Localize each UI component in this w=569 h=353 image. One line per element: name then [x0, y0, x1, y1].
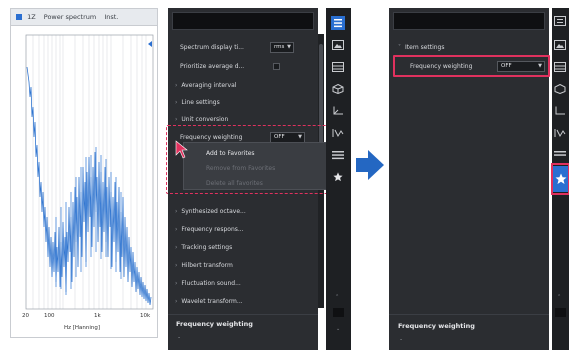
chart-title-bar: 1Z Power spectrum Inst. — [11, 9, 157, 26]
side-toolbar-left: ⌃ ⌄ — [326, 8, 351, 350]
expand-caret-icon: › — [175, 99, 178, 106]
screenshot-stage: 1Z Power spectrum Inst. 20 100 1k 10k Hz… — [0, 0, 569, 353]
x-axis-label: Hz [Hanning] — [64, 325, 101, 331]
item-synthesized-octave[interactable]: › Synthesized octave... — [175, 207, 246, 216]
image-icon[interactable] — [332, 40, 344, 50]
item-wavelet-transform[interactable]: › Wavelet transform... — [175, 297, 243, 306]
favorite-frequency-weighting-dropdown[interactable]: OFF ▼ — [497, 61, 545, 72]
chevron-down-icon: ▼ — [287, 44, 291, 50]
function-icon[interactable] — [554, 128, 566, 138]
x-tick-20: 20 — [22, 313, 29, 317]
expand-caret-icon: › — [175, 298, 178, 305]
transition-arrow-icon — [356, 150, 384, 180]
chart-title: Power spectrum — [43, 13, 97, 21]
prioritize-average-checkbox[interactable] — [273, 63, 280, 70]
scroll-down-indicator: ⌄ — [336, 326, 341, 332]
search-input[interactable] — [172, 12, 314, 30]
x-tick-1k: 1k — [94, 313, 101, 317]
x-tick-10k: 10k — [140, 313, 151, 317]
function-icon[interactable] — [332, 128, 344, 138]
panel-nav-button[interactable] — [333, 308, 344, 317]
channel-color-icon — [16, 14, 22, 20]
item-frequency-response[interactable]: › Frequency respons... — [175, 225, 244, 234]
expand-caret-icon: › — [175, 262, 178, 269]
list-settings-icon[interactable] — [331, 16, 345, 30]
expand-caret-icon: › — [175, 208, 178, 215]
expand-caret-icon: › — [175, 226, 178, 233]
group-item-settings[interactable]: ˅ Item settings — [398, 43, 445, 52]
axis-icon[interactable] — [332, 106, 344, 116]
cube-icon[interactable] — [332, 84, 344, 94]
description-title: Frequency weighting — [398, 322, 475, 330]
power-spectrum-window: 1Z Power spectrum Inst. 20 100 1k 10k Hz… — [10, 8, 158, 338]
item-hilbert-transform[interactable]: › Hilbert transform — [175, 261, 233, 270]
chart-mode: Inst. — [104, 13, 119, 21]
menu-icon[interactable] — [332, 150, 344, 160]
scroll-indicator: ⌃ — [335, 294, 340, 300]
list-settings-icon[interactable] — [554, 16, 566, 26]
menu-icon[interactable] — [554, 150, 566, 160]
description-title: Frequency weighting — [176, 320, 253, 328]
layout-icon[interactable] — [332, 62, 344, 72]
spectrum-display-dropdown[interactable]: rms ▼ — [270, 42, 294, 53]
panel-divider — [389, 314, 549, 315]
item-prioritize-average[interactable]: Prioritize average d... — [180, 62, 244, 71]
side-toolbar-right: ⌃ — [551, 8, 569, 350]
item-fluctuation-sound[interactable]: › Fluctuation sound... — [175, 279, 241, 288]
description-text: - — [400, 336, 403, 343]
chart-channel: 1Z — [27, 13, 36, 21]
spectrum-plot[interactable]: 20 100 1k 10k — [11, 27, 157, 317]
highlight-favorites-tab — [551, 163, 569, 195]
x-tick-100: 100 — [44, 313, 55, 317]
cursor-marker-icon[interactable] — [148, 41, 152, 47]
layout-icon[interactable] — [554, 62, 566, 72]
favorite-frequency-weighting[interactable]: Frequency weighting — [410, 62, 472, 71]
panel-divider — [168, 314, 318, 315]
item-line-settings[interactable]: › Line settings — [175, 98, 220, 107]
chevron-down-icon: ▼ — [538, 63, 542, 69]
highlight-dashed-frame — [166, 125, 329, 194]
item-averaging-interval[interactable]: › Averaging interval — [175, 81, 236, 90]
axis-icon[interactable] — [554, 106, 566, 116]
x-tick-labels: 20 100 1k 10k — [22, 313, 151, 317]
search-input[interactable] — [393, 12, 545, 30]
item-spectrum-display[interactable]: Spectrum display ti... — [180, 43, 244, 52]
expand-caret-icon: › — [175, 244, 178, 251]
item-unit-conversion[interactable]: › Unit conversion — [175, 115, 228, 124]
item-tracking-settings[interactable]: › Tracking settings — [175, 243, 232, 252]
scroll-indicator: ⌃ — [557, 294, 562, 300]
expand-caret-icon: › — [175, 116, 178, 123]
cube-icon[interactable] — [554, 84, 566, 94]
expand-caret-icon: › — [175, 82, 178, 89]
star-icon[interactable] — [332, 172, 344, 182]
image-icon[interactable] — [554, 40, 566, 50]
expand-caret-icon: › — [175, 280, 178, 287]
collapse-caret-icon: ˅ — [398, 44, 401, 51]
description-text: - — [178, 334, 181, 341]
mouse-cursor-icon — [175, 140, 188, 159]
panel-nav-button[interactable] — [555, 308, 566, 317]
